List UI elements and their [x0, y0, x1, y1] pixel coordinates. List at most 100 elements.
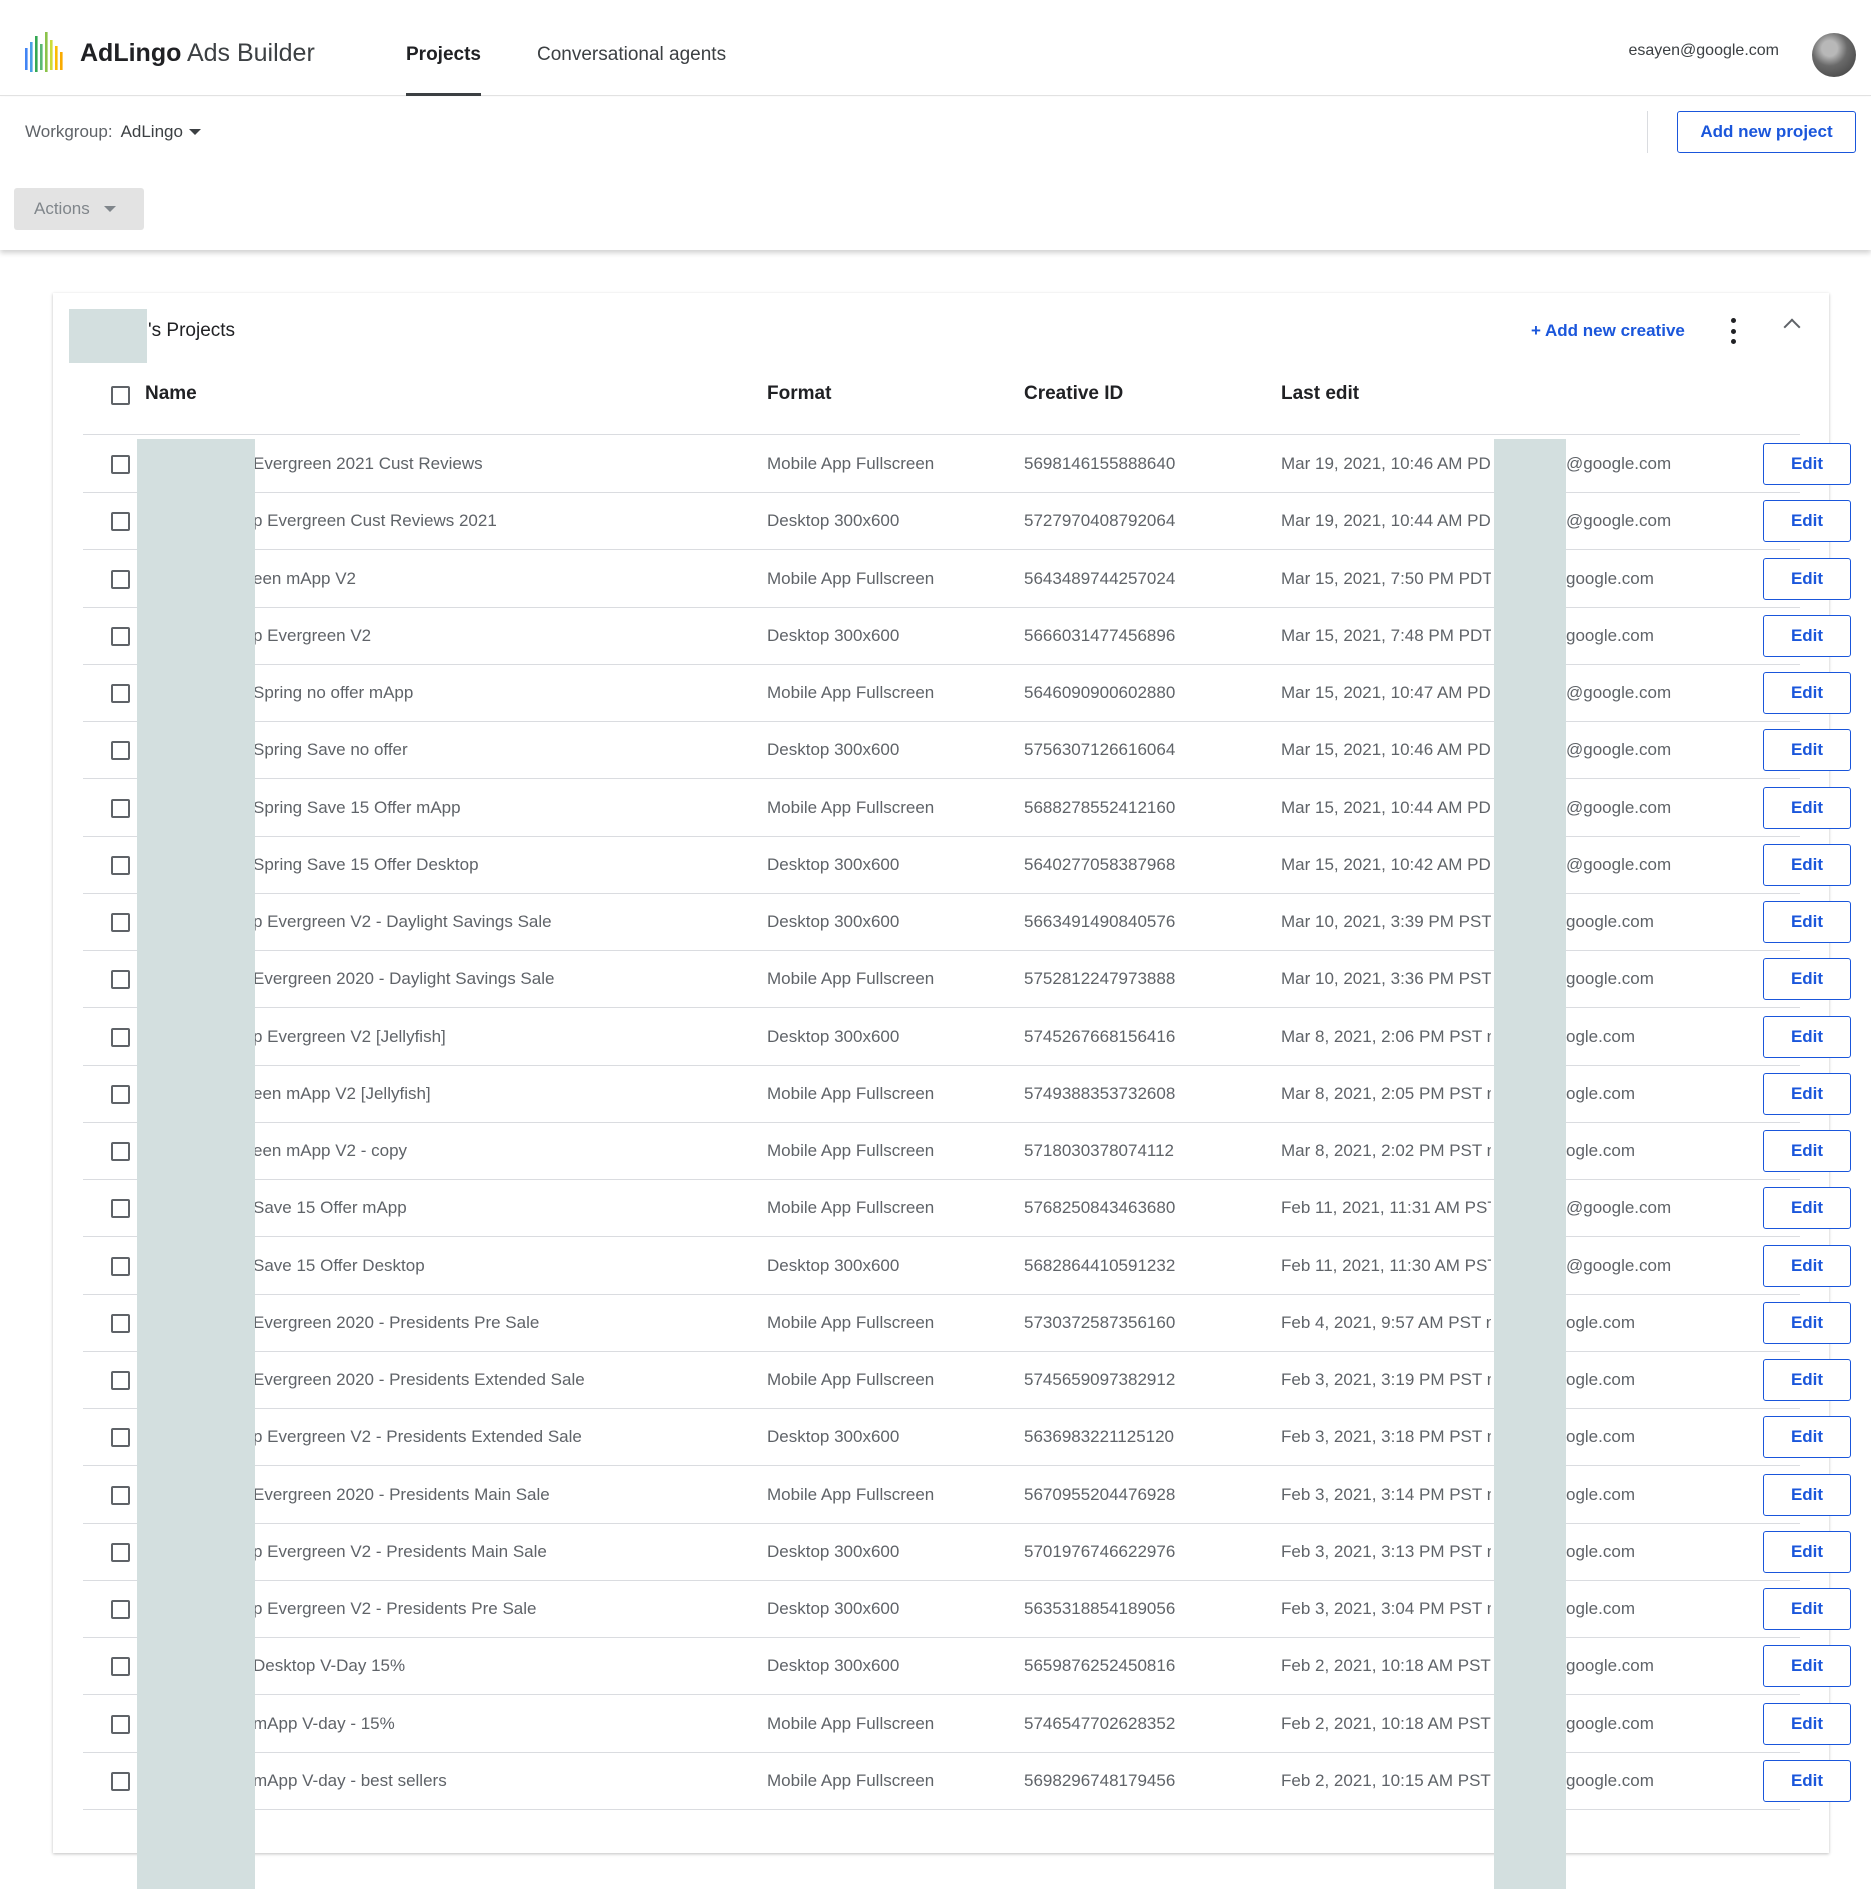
select-all-checkbox[interactable]: [111, 386, 130, 405]
creative-name[interactable]: Spring Save 15 Offer mApp: [253, 798, 683, 818]
creative-name[interactable]: p Evergreen V2 - Daylight Savings Sale: [253, 912, 683, 932]
last-edit-time: Feb 11, 2021, 11:30 AM PST: [1281, 1255, 1491, 1275]
row-checkbox[interactable]: [111, 1771, 130, 1791]
creative-name[interactable]: een mApp V2 - copy: [253, 1141, 683, 1161]
row-checkbox[interactable]: [111, 1142, 130, 1161]
row-checkbox[interactable]: [111, 569, 130, 589]
creative-name[interactable]: mApp V-day - best sellers: [253, 1771, 683, 1791]
edit-button[interactable]: Edit: [1763, 1301, 1851, 1344]
creative-name[interactable]: Evergreen 2020 - Presidents Main Sale: [253, 1485, 683, 1505]
last-edit-email: ogle.com: [1566, 1599, 1635, 1618]
creative-name[interactable]: p Evergreen Cust Reviews 2021: [253, 511, 683, 531]
creative-format: Mobile App Fullscreen: [767, 1198, 935, 1218]
creative-name[interactable]: Evergreen 2020 - Daylight Savings Sale: [253, 969, 683, 989]
edit-button[interactable]: Edit: [1763, 1015, 1851, 1058]
row-checkbox[interactable]: [111, 512, 130, 532]
edit-button[interactable]: Edit: [1763, 1244, 1851, 1287]
column-header-name[interactable]: Name: [145, 383, 197, 405]
creative-name[interactable]: Spring no offer mApp: [253, 683, 683, 703]
row-checkbox[interactable]: [111, 1199, 130, 1219]
edit-button[interactable]: Edit: [1763, 729, 1851, 772]
edit-button[interactable]: Edit: [1763, 1588, 1851, 1630]
row-checkbox[interactable]: [111, 1313, 130, 1333]
edit-button[interactable]: Edit: [1763, 786, 1851, 829]
creative-name[interactable]: p Evergreen V2: [253, 626, 683, 646]
row-checkbox[interactable]: [111, 1600, 130, 1619]
user-email: esayen@google.com: [1628, 42, 1779, 59]
last-edit-email: google.com: [1566, 912, 1654, 931]
edit-button[interactable]: Edit: [1763, 443, 1851, 485]
edit-button[interactable]: Edit: [1763, 901, 1851, 943]
app-logo[interactable]: AdLingo Ads Builder: [24, 30, 315, 76]
creative-name[interactable]: p Evergreen V2 - Presidents Extended Sal…: [253, 1427, 683, 1447]
row-checkbox[interactable]: [111, 1256, 130, 1276]
edit-button[interactable]: Edit: [1763, 500, 1851, 543]
edit-button[interactable]: Edit: [1763, 1072, 1851, 1115]
row-checkbox[interactable]: [111, 1485, 130, 1505]
workgroup-selector[interactable]: Workgroup: AdLingo: [25, 122, 201, 142]
edit-button[interactable]: Edit: [1763, 614, 1851, 657]
row-checkbox[interactable]: [111, 1714, 130, 1734]
row-checkbox[interactable]: [111, 1428, 130, 1448]
creative-name[interactable]: Save 15 Offer Desktop: [253, 1256, 683, 1276]
creative-name[interactable]: mApp V-day - 15%: [253, 1714, 683, 1734]
creative-name[interactable]: Spring Save no offer: [253, 740, 683, 760]
redacted-email-column: [1494, 439, 1566, 1889]
edit-button[interactable]: Edit: [1763, 672, 1851, 714]
edit-button[interactable]: Edit: [1763, 1130, 1851, 1172]
row-checkbox[interactable]: [111, 741, 130, 761]
row-checkbox[interactable]: [111, 684, 130, 703]
row-checkbox[interactable]: [111, 855, 130, 875]
row-checkbox[interactable]: [111, 970, 130, 990]
edit-button[interactable]: Edit: [1763, 958, 1851, 1001]
creative-name[interactable]: Evergreen 2020 - Presidents Pre Sale: [253, 1313, 683, 1333]
column-header-format[interactable]: Format: [767, 383, 831, 405]
edit-button[interactable]: Edit: [1763, 557, 1851, 600]
creative-name[interactable]: een mApp V2 [Jellyfish]: [253, 1084, 683, 1104]
last-edit-time: Feb 4, 2021, 9:57 AM PST na: [1281, 1312, 1491, 1332]
creative-name[interactable]: Desktop V-Day 15%: [253, 1656, 683, 1676]
edit-button[interactable]: Edit: [1763, 1187, 1851, 1230]
tab-conversational-agents[interactable]: Conversational agents: [537, 0, 726, 96]
row-checkbox[interactable]: [111, 455, 130, 474]
edit-button[interactable]: Edit: [1763, 1702, 1851, 1745]
tab-projects[interactable]: Projects: [406, 0, 481, 96]
edit-button[interactable]: Edit: [1763, 1359, 1851, 1401]
last-edit-time: Mar 19, 2021, 10:44 AM PDT: [1281, 511, 1491, 531]
row-checkbox[interactable]: [111, 1542, 130, 1562]
creative-name[interactable]: een mApp V2: [253, 569, 683, 589]
row-checkbox[interactable]: [111, 1027, 130, 1047]
row-checkbox[interactable]: [111, 798, 130, 818]
add-new-project-button[interactable]: Add new project: [1677, 111, 1856, 153]
creative-name[interactable]: Save 15 Offer mApp: [253, 1198, 683, 1218]
creative-id: 5727970408792064: [1024, 511, 1176, 531]
last-edit-time: Mar 15, 2021, 10:42 AM PDT: [1281, 854, 1491, 874]
edit-button[interactable]: Edit: [1763, 843, 1851, 886]
avatar[interactable]: [1812, 33, 1856, 77]
edit-button[interactable]: Edit: [1763, 1473, 1851, 1516]
edit-button[interactable]: Edit: [1763, 1530, 1851, 1573]
creative-name[interactable]: p Evergreen V2 [Jellyfish]: [253, 1027, 683, 1047]
actions-menu-button[interactable]: Actions: [14, 188, 144, 230]
creative-format: Desktop 300x600: [767, 1255, 900, 1275]
edit-button[interactable]: Edit: [1763, 1759, 1851, 1802]
edit-button[interactable]: Edit: [1763, 1416, 1851, 1459]
creative-name[interactable]: Evergreen 2021 Cust Reviews: [253, 454, 683, 474]
chevron-up-icon[interactable]: [1783, 318, 1801, 336]
column-header-creative-id[interactable]: Creative ID: [1024, 383, 1123, 405]
row-checkbox[interactable]: [111, 626, 130, 646]
creative-name[interactable]: p Evergreen V2 - Presidents Main Sale: [253, 1542, 683, 1562]
creative-name[interactable]: p Evergreen V2 - Presidents Pre Sale: [253, 1599, 683, 1619]
creative-id: 5749388353732608: [1024, 1083, 1176, 1103]
row-checkbox[interactable]: [111, 1657, 130, 1677]
row-checkbox[interactable]: [111, 913, 130, 932]
column-header-last-edit[interactable]: Last edit: [1281, 383, 1359, 405]
row-checkbox[interactable]: [111, 1371, 130, 1390]
workgroup-value: AdLingo: [120, 122, 183, 141]
more-options-icon[interactable]: [1728, 318, 1738, 344]
row-checkbox[interactable]: [111, 1084, 130, 1104]
add-new-creative-link[interactable]: + Add new creative: [1531, 321, 1685, 341]
creative-name[interactable]: Evergreen 2020 - Presidents Extended Sal…: [253, 1370, 683, 1390]
creative-name[interactable]: Spring Save 15 Offer Desktop: [253, 855, 683, 875]
edit-button[interactable]: Edit: [1763, 1645, 1851, 1688]
